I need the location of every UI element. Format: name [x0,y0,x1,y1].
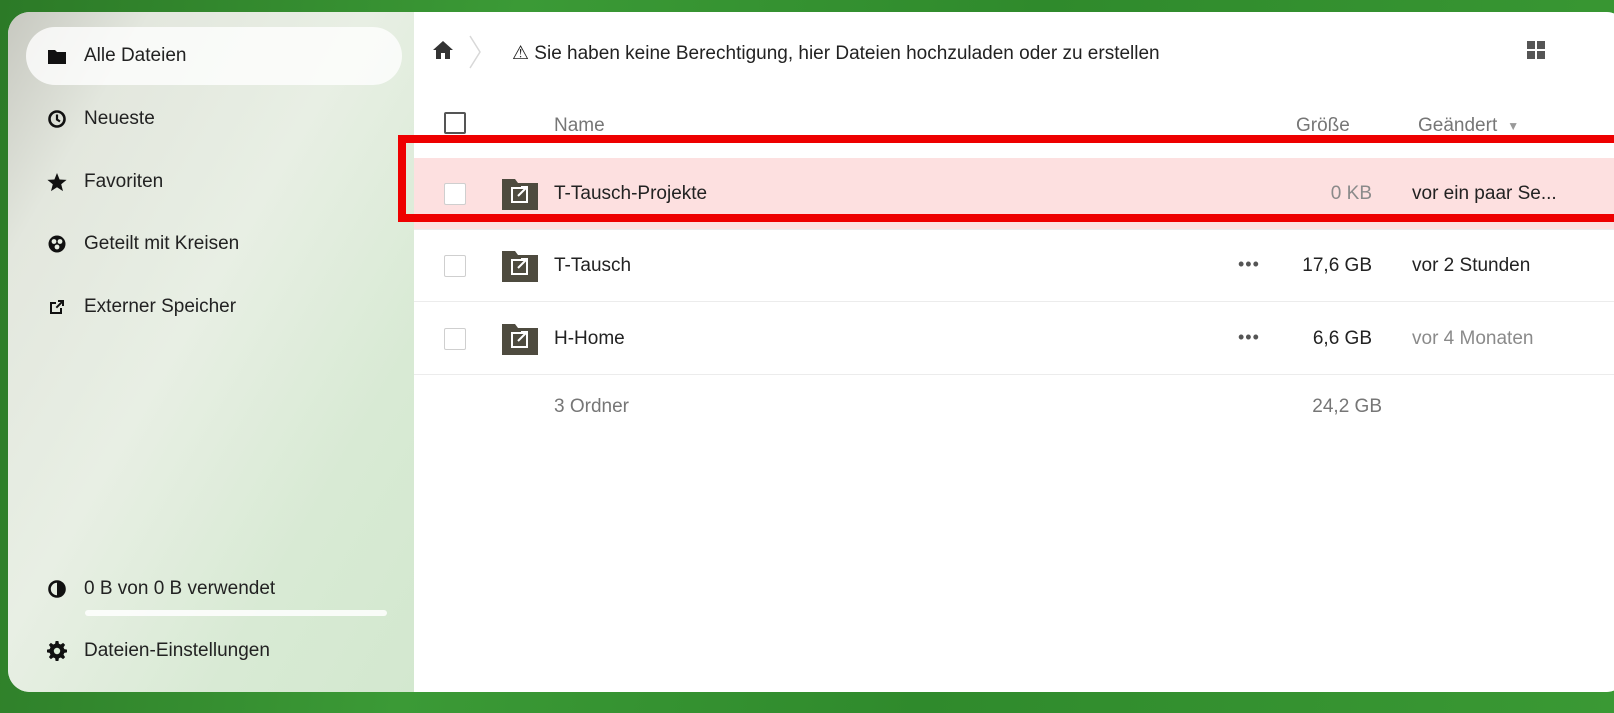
column-header-size[interactable]: Größe [1296,115,1350,137]
file-size: 17,6 GB [1302,255,1372,276]
file-size: 6,6 GB [1312,328,1372,349]
sidebar-item-all-files[interactable]: Alle Dateien [26,27,402,85]
folder-count: 3 Ordner [554,396,629,417]
sidebar: Alle Dateien Neueste Favoriten Geteilt m… [8,12,414,692]
row-checkbox[interactable] [444,328,466,350]
quota-progress-bar [85,610,387,616]
sidebar-item-label: Favoriten [84,171,164,192]
file-size: 0 KB [1330,183,1372,204]
table-row[interactable]: T-Tausch-Projekte 0 KB vor ein paar Se..… [414,158,1614,230]
external-folder-icon [502,248,538,282]
files-app-window: Alle Dateien Neueste Favoriten Geteilt m… [8,12,1614,692]
files-settings-button[interactable]: Dateien-Einstellungen [26,622,402,680]
breadcrumb-bar: ⚠ Sie haben keine Berechtigung, hier Dat… [414,12,1614,94]
external-folder-icon [502,321,538,355]
no-permission-warning: ⚠ Sie haben keine Berechtigung, hier Dat… [512,43,1160,64]
settings-label: Dateien-Einstellungen [84,640,270,661]
file-name[interactable]: T-Tausch-Projekte [554,183,707,205]
sidebar-item-recent[interactable]: Neueste [26,90,402,148]
sidebar-item-label: Alle Dateien [84,45,187,66]
sidebar-item-favorites[interactable]: Favoriten [26,153,402,211]
external-link-icon [46,296,68,318]
row-checkbox[interactable] [444,183,466,205]
row-actions-button[interactable]: ••• [1238,327,1260,348]
circles-icon [46,233,68,255]
pie-chart-icon [46,578,68,600]
total-size: 24,2 GB [1312,396,1382,417]
column-header-modified-label: Geändert [1418,115,1498,136]
file-modified: vor 4 Monaten [1412,328,1534,349]
table-row[interactable]: H-Home ••• 6,6 GB vor 4 Monaten [414,303,1614,375]
select-all-checkbox[interactable] [444,112,466,134]
gear-icon [46,640,68,662]
table-row[interactable]: T-Tausch ••• 17,6 GB vor 2 Stunden [414,230,1614,302]
table-summary: 3 Ordner 24,2 GB [414,388,1614,428]
quota-label: 0 B von 0 B verwendet [84,578,276,599]
home-icon[interactable] [432,40,454,62]
row-checkbox[interactable] [444,255,466,277]
sidebar-item-label: Neueste [84,108,155,129]
sidebar-item-external-storage[interactable]: Externer Speicher [26,278,402,336]
file-name[interactable]: H-Home [554,328,625,350]
main-content: ⚠ Sie haben keine Berechtigung, hier Dat… [414,12,1614,692]
breadcrumb-separator [468,34,482,70]
column-header-modified[interactable]: Geändert ▼ [1418,115,1519,137]
external-folder-icon [502,176,538,210]
folder-icon [46,45,68,67]
file-name[interactable]: T-Tausch [554,255,631,277]
clock-icon [46,108,68,130]
sidebar-item-shared-circles[interactable]: Geteilt mit Kreisen [26,215,402,273]
star-icon [46,171,68,193]
row-actions-button[interactable]: ••• [1238,254,1260,275]
table-header: Name Größe Geändert ▼ [414,94,1614,154]
sort-descending-icon: ▼ [1507,119,1520,133]
grid-view-icon[interactable] [1526,40,1548,62]
sidebar-item-label: Externer Speicher [84,296,237,317]
file-modified: vor 2 Stunden [1412,255,1531,276]
file-modified: vor ein paar Se... [1412,183,1557,204]
sidebar-item-label: Geteilt mit Kreisen [84,233,240,254]
column-header-name[interactable]: Name [554,115,605,137]
